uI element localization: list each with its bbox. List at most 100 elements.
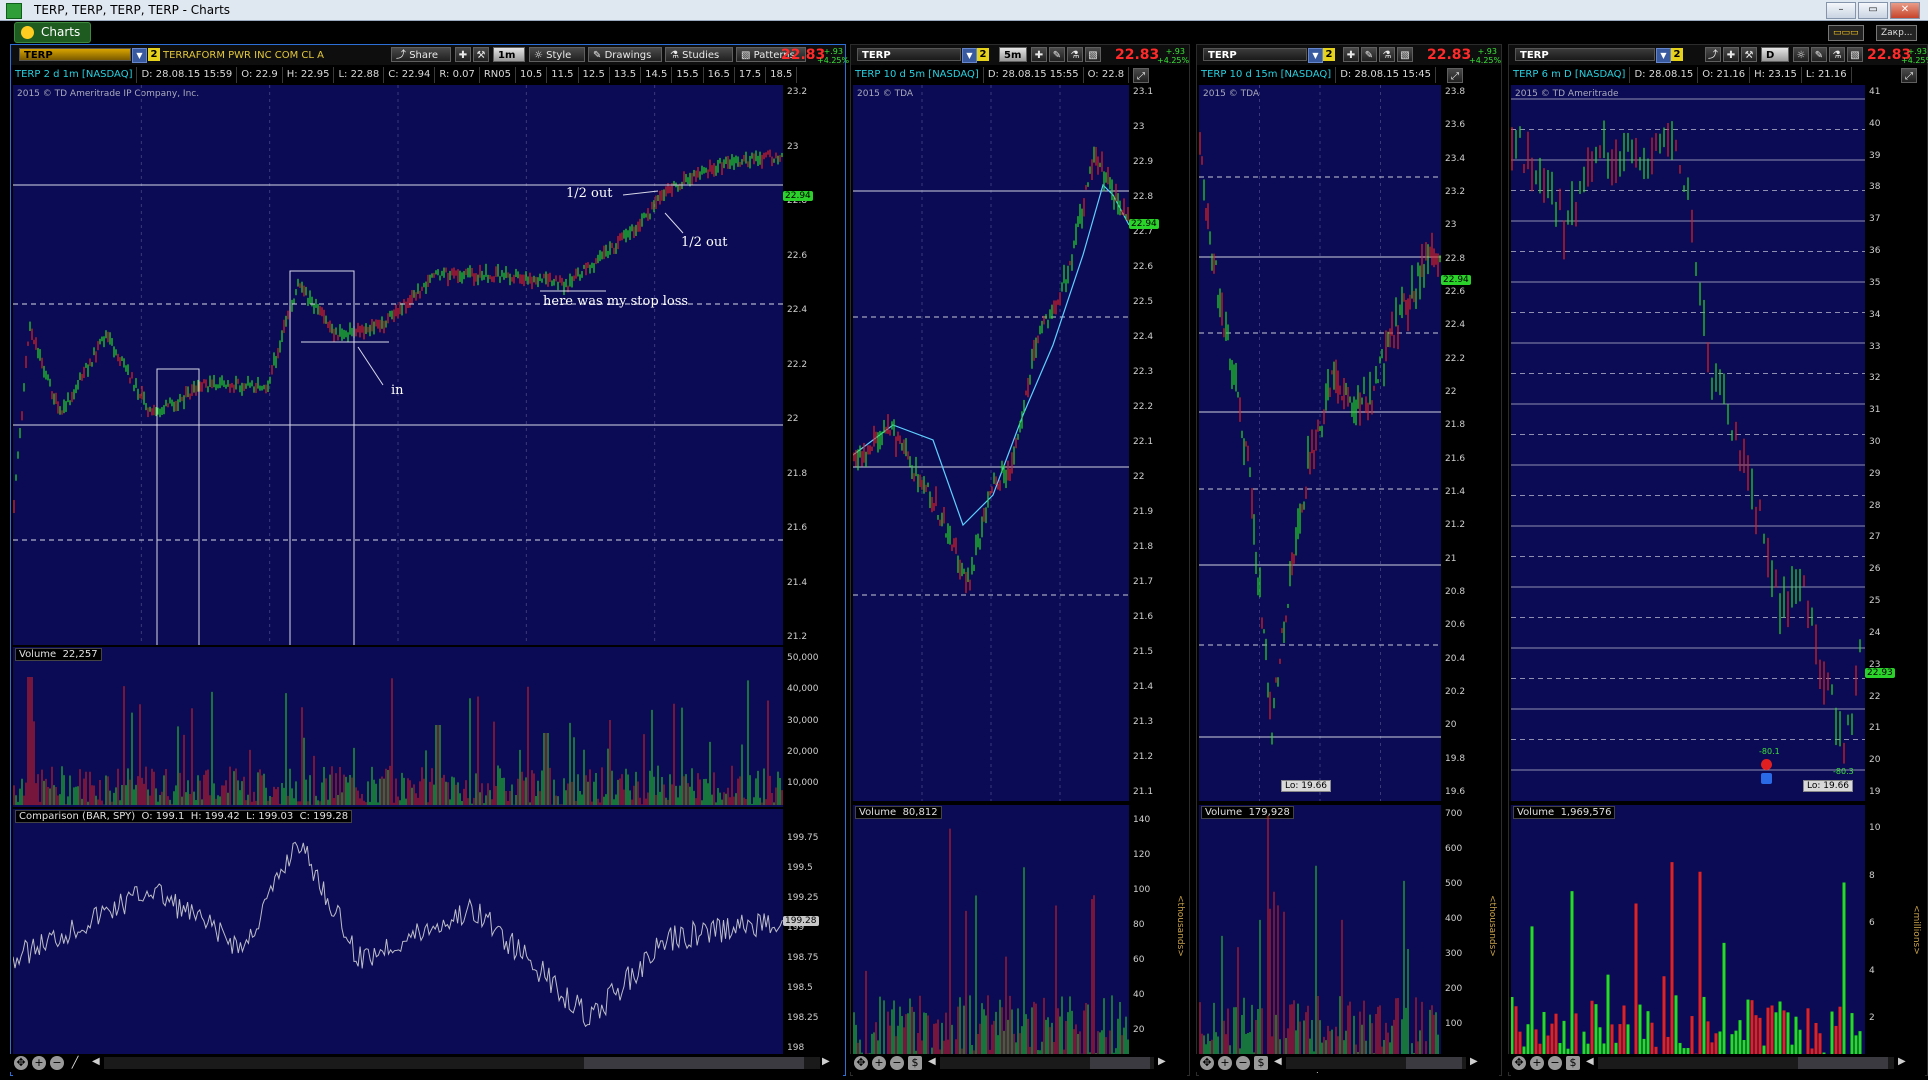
chart3-price-axis[interactable]: 23.8 23.6 23.4 23.2 23 22.8 22.6 22.4 22.2 22 21.8… [1441, 85, 1499, 801]
chart1-comparison-pane[interactable]: Comparison (BAR, SPY) O: 199.1 H: 199.42… [13, 809, 783, 1061]
symbol-dropdown-icon[interactable]: ▼ [1308, 48, 1323, 63]
axis-tick: 21.4 [787, 577, 808, 588]
timeframe-button[interactable]: D [1761, 47, 1789, 62]
style-button[interactable]: ☼ Style [529, 47, 585, 62]
link-badge[interactable]: 2 [148, 48, 160, 61]
pan-icon[interactable]: ✥ [1200, 1056, 1214, 1070]
drawings-button[interactable]: ✎ Drawings [588, 47, 662, 62]
chart4-scrollbar[interactable] [1598, 1057, 1894, 1069]
chart2-price-axis[interactable]: 23.1 23 22.9 22.8 22.7 22.6 22.5 22.4 22.3 22.2 22… [1129, 85, 1187, 801]
axis-tick: 23.4 [1445, 153, 1466, 164]
symbol-dropdown-icon[interactable]: ▼ [132, 48, 147, 63]
symbol-dropdown-icon[interactable]: ▼ [962, 48, 977, 63]
axis-tick: 21 [1445, 553, 1457, 564]
pencil-icon[interactable]: ✎ [1049, 47, 1065, 62]
scroll-left-icon[interactable]: ◀ [928, 1056, 936, 1067]
chart2-volume-pane[interactable]: Volume 80,812 [853, 805, 1129, 1061]
pencil-icon[interactable]: ✎ [1361, 47, 1377, 62]
zoom-in-icon[interactable]: + [872, 1056, 886, 1070]
axis-tick: 10 [1869, 823, 1881, 833]
zoom-out-icon[interactable]: − [1236, 1056, 1250, 1070]
scroll-right-icon[interactable]: ▶ [1158, 1056, 1166, 1067]
studies-icon[interactable]: ⚗ [1829, 47, 1845, 62]
patterns-icon[interactable]: ▧ [1847, 47, 1863, 62]
scroll-right-icon[interactable]: ▶ [1470, 1056, 1478, 1067]
chart3-volume-pane[interactable]: Volume 179,928 [1199, 805, 1441, 1061]
spy-line [13, 841, 783, 1028]
scroll-left-icon[interactable]: ◀ [1274, 1056, 1282, 1067]
pencil-icon[interactable]: ✎ [1811, 47, 1827, 62]
zoom-in-icon[interactable]: + [1530, 1056, 1544, 1070]
pan-icon[interactable]: ✥ [14, 1056, 28, 1070]
dollar-icon[interactable]: $ [1254, 1056, 1268, 1070]
chart2-scrollbar[interactable] [940, 1057, 1154, 1069]
chart3-price-pane[interactable]: 2015 © TDA Lo: 19.66 [1199, 85, 1441, 801]
current-price-marker: 22.94 [1129, 219, 1159, 229]
zoom-out-icon[interactable]: − [890, 1056, 904, 1070]
crosshair-icon[interactable]: ✚ [1343, 47, 1359, 62]
charts-tab[interactable]: Charts [14, 22, 92, 43]
symbol-input[interactable]: TERP [1203, 48, 1307, 61]
chart3-scrollbar[interactable] [1286, 1057, 1466, 1069]
chart1-price-axis[interactable]: 23.2 23 22.8 22.6 22.4 22.2 22 21.8 21.6 21.4 21.2… [783, 85, 841, 645]
scroll-left-icon[interactable]: ◀ [92, 1056, 100, 1067]
pan-icon[interactable]: ✥ [1512, 1056, 1526, 1070]
minimize-button[interactable]: – [1826, 2, 1856, 19]
expand-icon[interactable]: ⤢ [1901, 68, 1917, 83]
scroll-right-icon[interactable]: ▶ [822, 1056, 830, 1067]
close-panel-button[interactable]: Zaкр... [1876, 25, 1918, 41]
share-icon[interactable]: ⤴ [1705, 47, 1721, 62]
symbol-input[interactable]: TERP [857, 48, 961, 61]
axis-tick: 19 [1869, 787, 1881, 797]
studies-icon[interactable]: ⚗ [1379, 47, 1395, 62]
dollar-icon[interactable]: $ [1566, 1056, 1580, 1070]
studies-icon[interactable]: ⚗ [1067, 47, 1083, 62]
expand-icon[interactable]: ⤢ [1447, 68, 1463, 83]
chart4-price-pane[interactable]: 2015 © TD Ameritrade Lo: 19.66 -80.1 -80… [1511, 85, 1865, 801]
chart4-price-axis[interactable]: 41 40 39 38 37 36 35 34 33 32 31 30 29 28 27 26 25 24 23 22… [1865, 85, 1923, 801]
link-badge[interactable]: 2 [1323, 48, 1335, 61]
layout-grid-icon[interactable]: ▭▭▭ [1828, 25, 1864, 41]
patterns-icon[interactable]: ▧ [1085, 47, 1101, 62]
crosshair-icon[interactable]: ✚ [1723, 47, 1739, 62]
studies-button[interactable]: ⚗ Studies [665, 47, 733, 62]
dollar-icon[interactable]: $ [908, 1056, 922, 1070]
zoom-in-icon[interactable]: + [1218, 1056, 1232, 1070]
wrench-icon[interactable]: ⚒ [1741, 47, 1757, 62]
crosshair-icon[interactable]: ✚ [455, 47, 471, 62]
wrench-icon[interactable]: ⚒ [473, 47, 489, 62]
symbol-dropdown-icon[interactable]: ▼ [1656, 48, 1671, 63]
zoom-out-icon[interactable]: − [50, 1056, 64, 1070]
timeframe-button[interactable]: 1m [493, 47, 525, 62]
chart4-volume-pane[interactable]: Volume 1,969,576 [1511, 805, 1865, 1061]
chart1-scrollbar[interactable] [104, 1057, 820, 1069]
symbol-input[interactable]: TERP [19, 48, 131, 61]
axis-tick: 700 [1445, 809, 1463, 819]
zoom-out-icon[interactable]: − [1548, 1056, 1562, 1070]
crosshair-icon[interactable]: ✚ [1031, 47, 1047, 62]
zoom-in-icon[interactable]: + [32, 1056, 46, 1070]
volume-unit-label: <thousands> [1487, 895, 1497, 957]
chart1-volume-pane[interactable]: Volume 22,257 [13, 647, 783, 807]
dividend-marker-icon[interactable] [1761, 773, 1772, 784]
chart1-price-pane[interactable]: 2015 © TD Ameritrade IP Company, Inc. 1/… [13, 85, 783, 645]
style-icon[interactable]: ☼ [1793, 47, 1809, 62]
earnings-marker-icon[interactable] [1761, 759, 1772, 770]
link-badge[interactable]: 2 [977, 48, 989, 61]
link-badge[interactable]: 2 [1671, 48, 1683, 61]
axis-tick: 23.2 [787, 87, 808, 97]
axis-tick: 6 [1869, 918, 1875, 928]
timeframe-button[interactable]: 5m [999, 47, 1027, 62]
patterns-icon[interactable]: ▧ [1397, 47, 1413, 62]
share-button[interactable]: ⤴ Share [391, 47, 451, 62]
pan-icon[interactable]: ✥ [854, 1056, 868, 1070]
symbol-input[interactable]: TERP [1515, 48, 1655, 61]
grid [140, 85, 656, 645]
expand-icon[interactable]: ⤢ [1133, 68, 1149, 83]
maximize-button[interactable]: ▭ [1858, 2, 1888, 19]
scroll-right-icon[interactable]: ▶ [1898, 1056, 1906, 1067]
close-button[interactable]: ✕ [1890, 2, 1920, 19]
chart2-price-pane[interactable]: 2015 © TDA [853, 85, 1129, 801]
scroll-left-icon[interactable]: ◀ [1586, 1056, 1594, 1067]
draw-line-icon[interactable]: ╱ [68, 1056, 82, 1070]
